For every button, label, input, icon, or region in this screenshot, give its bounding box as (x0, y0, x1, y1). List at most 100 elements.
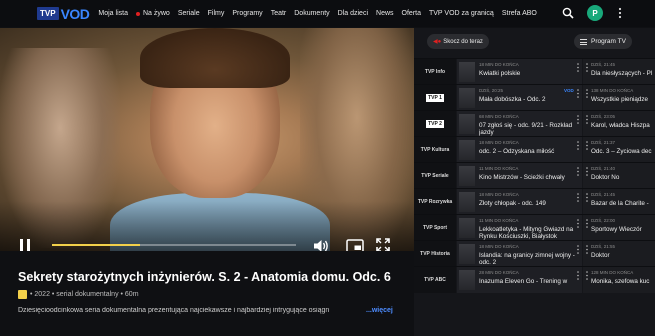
channel-row[interactable]: TVP 1 DZIŚ, 20:25 VOD Mała dobószka - Od… (414, 84, 655, 111)
time-label: DZIŚ, 21:40 (591, 166, 616, 171)
more-vertical-icon[interactable] (618, 7, 622, 19)
more-vertical-icon[interactable] (586, 219, 588, 228)
program-name: Złoty chłopak - odc. 149 (479, 200, 546, 207)
program-name: odc. 2 – Odzyskana miłość (479, 148, 555, 155)
nav-news[interactable]: News (376, 10, 394, 17)
channel-row[interactable]: TVP Rozrywka 18 MIN DO KOŃCA Złoty chłop… (414, 188, 655, 215)
program-name: Doktor No (591, 174, 620, 181)
logo-vod: VOD (60, 5, 90, 22)
program-thumbnail (459, 244, 475, 264)
time-label: DZIŚ, 22:00 (591, 218, 616, 223)
more-vertical-icon[interactable] (586, 89, 588, 98)
channel-row[interactable]: TVP Sport 11 MIN DO KOŃCA Lekkoatletyka … (414, 214, 655, 241)
program-name: Lekkoatletyka - Mityng Gwiazd na Rynku K… (479, 226, 574, 240)
pause-icon[interactable] (20, 239, 30, 251)
main-nav: Moja lista Na żywo Seriale Filmy Program… (98, 10, 544, 17)
channel-row[interactable]: TVP Seriale 11 MIN DO KOŃCA Kino Mistrzó… (414, 162, 655, 189)
program-name: Doktor (591, 252, 610, 259)
time-label: DZIŚ, 20:25 (479, 88, 504, 93)
search-icon[interactable] (562, 7, 574, 19)
volume-icon[interactable] (313, 238, 329, 251)
picture-in-picture-icon[interactable] (346, 238, 364, 251)
next-program[interactable]: DZIŚ, 21:45 Bazar de la Charite - (583, 189, 655, 215)
current-program[interactable]: 28 MIN DO KOŃCA Inazuma Eleven Go - Tren… (457, 267, 582, 293)
nav-moja-lista[interactable]: Moja lista (98, 10, 128, 17)
more-vertical-icon[interactable] (577, 141, 579, 150)
current-program[interactable]: 18 MIN DO KOŃCA odc. 2 – Odzyskana miłoś… (457, 137, 582, 163)
nav-oferta[interactable]: Oferta (402, 10, 421, 17)
progress-bar[interactable] (52, 244, 296, 246)
nav-teatr[interactable]: Teatr (271, 10, 287, 17)
next-program[interactable]: DZIŚ, 21:45 Dla niesłyszących - Pl (583, 59, 655, 85)
channel-row[interactable]: TVP Historia 18 MIN DO KOŃCA Islandia: n… (414, 240, 655, 267)
next-program[interactable]: DZIŚ, 21:55 Doktor (583, 241, 655, 267)
channel-row[interactable]: TVP Kultura 18 MIN DO KOŃCA odc. 2 – Odz… (414, 136, 655, 163)
channel-logo[interactable]: TVP 1 (414, 85, 456, 111)
program-name: Odc. 3 – Życiowa dec (591, 148, 652, 155)
current-program[interactable]: DZIŚ, 20:25 VOD Mała dobószka - Odc. 2 (457, 85, 582, 111)
more-vertical-icon[interactable] (577, 167, 579, 176)
nav-strefa-abo[interactable]: Strefa ABO (502, 10, 537, 17)
more-vertical-icon[interactable] (586, 141, 588, 150)
channel-logo[interactable]: TVP 2 (414, 111, 456, 137)
channel-logo[interactable]: TVP Rozrywka (414, 189, 456, 215)
channel-logo[interactable]: TVP Sport (414, 215, 456, 241)
more-vertical-icon[interactable] (577, 245, 579, 254)
more-vertical-icon[interactable] (586, 115, 588, 124)
time-label: 18 MIN DO KOŃCA (479, 62, 519, 67)
channel-row[interactable]: TVP 2 68 MIN DO KOŃCA 07 zgłoś się - odc… (414, 110, 655, 137)
more-vertical-icon[interactable] (586, 193, 588, 202)
show-more-link[interactable]: ...więcej (366, 307, 393, 314)
current-program[interactable]: 11 MIN DO KOŃCA Lekkoatletyka - Mityng G… (457, 215, 582, 241)
channel-logo[interactable]: TVP Kultura (414, 137, 456, 163)
more-vertical-icon[interactable] (586, 63, 588, 72)
more-vertical-icon[interactable] (577, 89, 579, 98)
age-rating-icon (18, 290, 27, 299)
channel-logo[interactable]: TVP Info (414, 59, 456, 85)
more-vertical-icon[interactable] (586, 271, 588, 280)
channel-row[interactable]: TVP ABC 28 MIN DO KOŃCA Inazuma Eleven G… (414, 266, 655, 293)
more-vertical-icon[interactable] (577, 115, 579, 124)
more-vertical-icon[interactable] (577, 271, 579, 280)
jump-to-now-button[interactable]: ◀● Skocz do teraz (427, 34, 489, 49)
channel-row[interactable]: TVP Info 18 MIN DO KOŃCA Kwiatki polskie… (414, 58, 655, 85)
program-thumbnail (459, 114, 475, 134)
time-label: 138 MIN DO KOŃCA (591, 88, 634, 93)
nav-dla-dzieci[interactable]: Dla dzieci (338, 10, 368, 17)
next-program[interactable]: DZIŚ, 22:00 Sportowy Wieczór (583, 215, 655, 241)
nav-na-zywo[interactable]: Na żywo (135, 10, 170, 17)
fullscreen-icon[interactable] (376, 238, 390, 251)
nav-dokumenty[interactable]: Dokumenty (294, 10, 329, 17)
time-label: 28 MIN DO KOŃCA (479, 270, 519, 275)
nav-vod-za-granica[interactable]: TVP VOD za granicą (429, 10, 494, 17)
program-tv-button[interactable]: Program TV (574, 34, 632, 49)
current-program[interactable]: 18 MIN DO KOŃCA Kwiatki polskie (457, 59, 582, 85)
current-program[interactable]: 11 MIN DO KOŃCA Kino Mistrzów - Ścieżki … (457, 163, 582, 189)
program-name: Kino Mistrzów - Ścieżki chwały (479, 174, 565, 181)
nav-filmy[interactable]: Filmy (208, 10, 225, 17)
avatar[interactable]: P (587, 5, 603, 21)
current-program[interactable]: 18 MIN DO KOŃCA Islandia: na granicy zim… (457, 241, 582, 267)
list-icon (580, 38, 587, 45)
tvp-vod-logo[interactable]: TVP VOD (37, 0, 90, 27)
next-program[interactable]: 138 MIN DO KOŃCA Wszystkie pieniądze (583, 85, 655, 111)
next-program[interactable]: DZIŚ, 23:05 Karol, władca Hiszpa (583, 111, 655, 137)
more-vertical-icon[interactable] (577, 193, 579, 202)
channel-logo[interactable]: TVP Historia (414, 241, 456, 267)
more-vertical-icon[interactable] (586, 245, 588, 254)
more-vertical-icon[interactable] (586, 167, 588, 176)
next-program[interactable]: DZIŚ, 21:37 Odc. 3 – Życiowa dec (583, 137, 655, 163)
more-vertical-icon[interactable] (577, 219, 579, 228)
more-vertical-icon[interactable] (577, 63, 579, 72)
nav-seriale[interactable]: Seriale (178, 10, 200, 17)
current-program[interactable]: 68 MIN DO KOŃCA 07 zgłoś się - odc. 9/21… (457, 111, 582, 137)
next-program[interactable]: DZIŚ, 21:40 Doktor No (583, 163, 655, 189)
next-program[interactable]: 128 MIN DO KOŃCA Monika, szefowa kuc (583, 267, 655, 293)
video-player[interactable] (0, 28, 414, 251)
channel-logo[interactable]: TVP Seriale (414, 163, 456, 189)
channel-logo[interactable]: TVP ABC (414, 267, 456, 293)
program-tv-label: Program TV (591, 38, 626, 45)
nav-programy[interactable]: Programy (232, 10, 262, 17)
program-name: Wszystkie pieniądze (591, 96, 649, 103)
current-program[interactable]: 18 MIN DO KOŃCA Złoty chłopak - odc. 149 (457, 189, 582, 215)
